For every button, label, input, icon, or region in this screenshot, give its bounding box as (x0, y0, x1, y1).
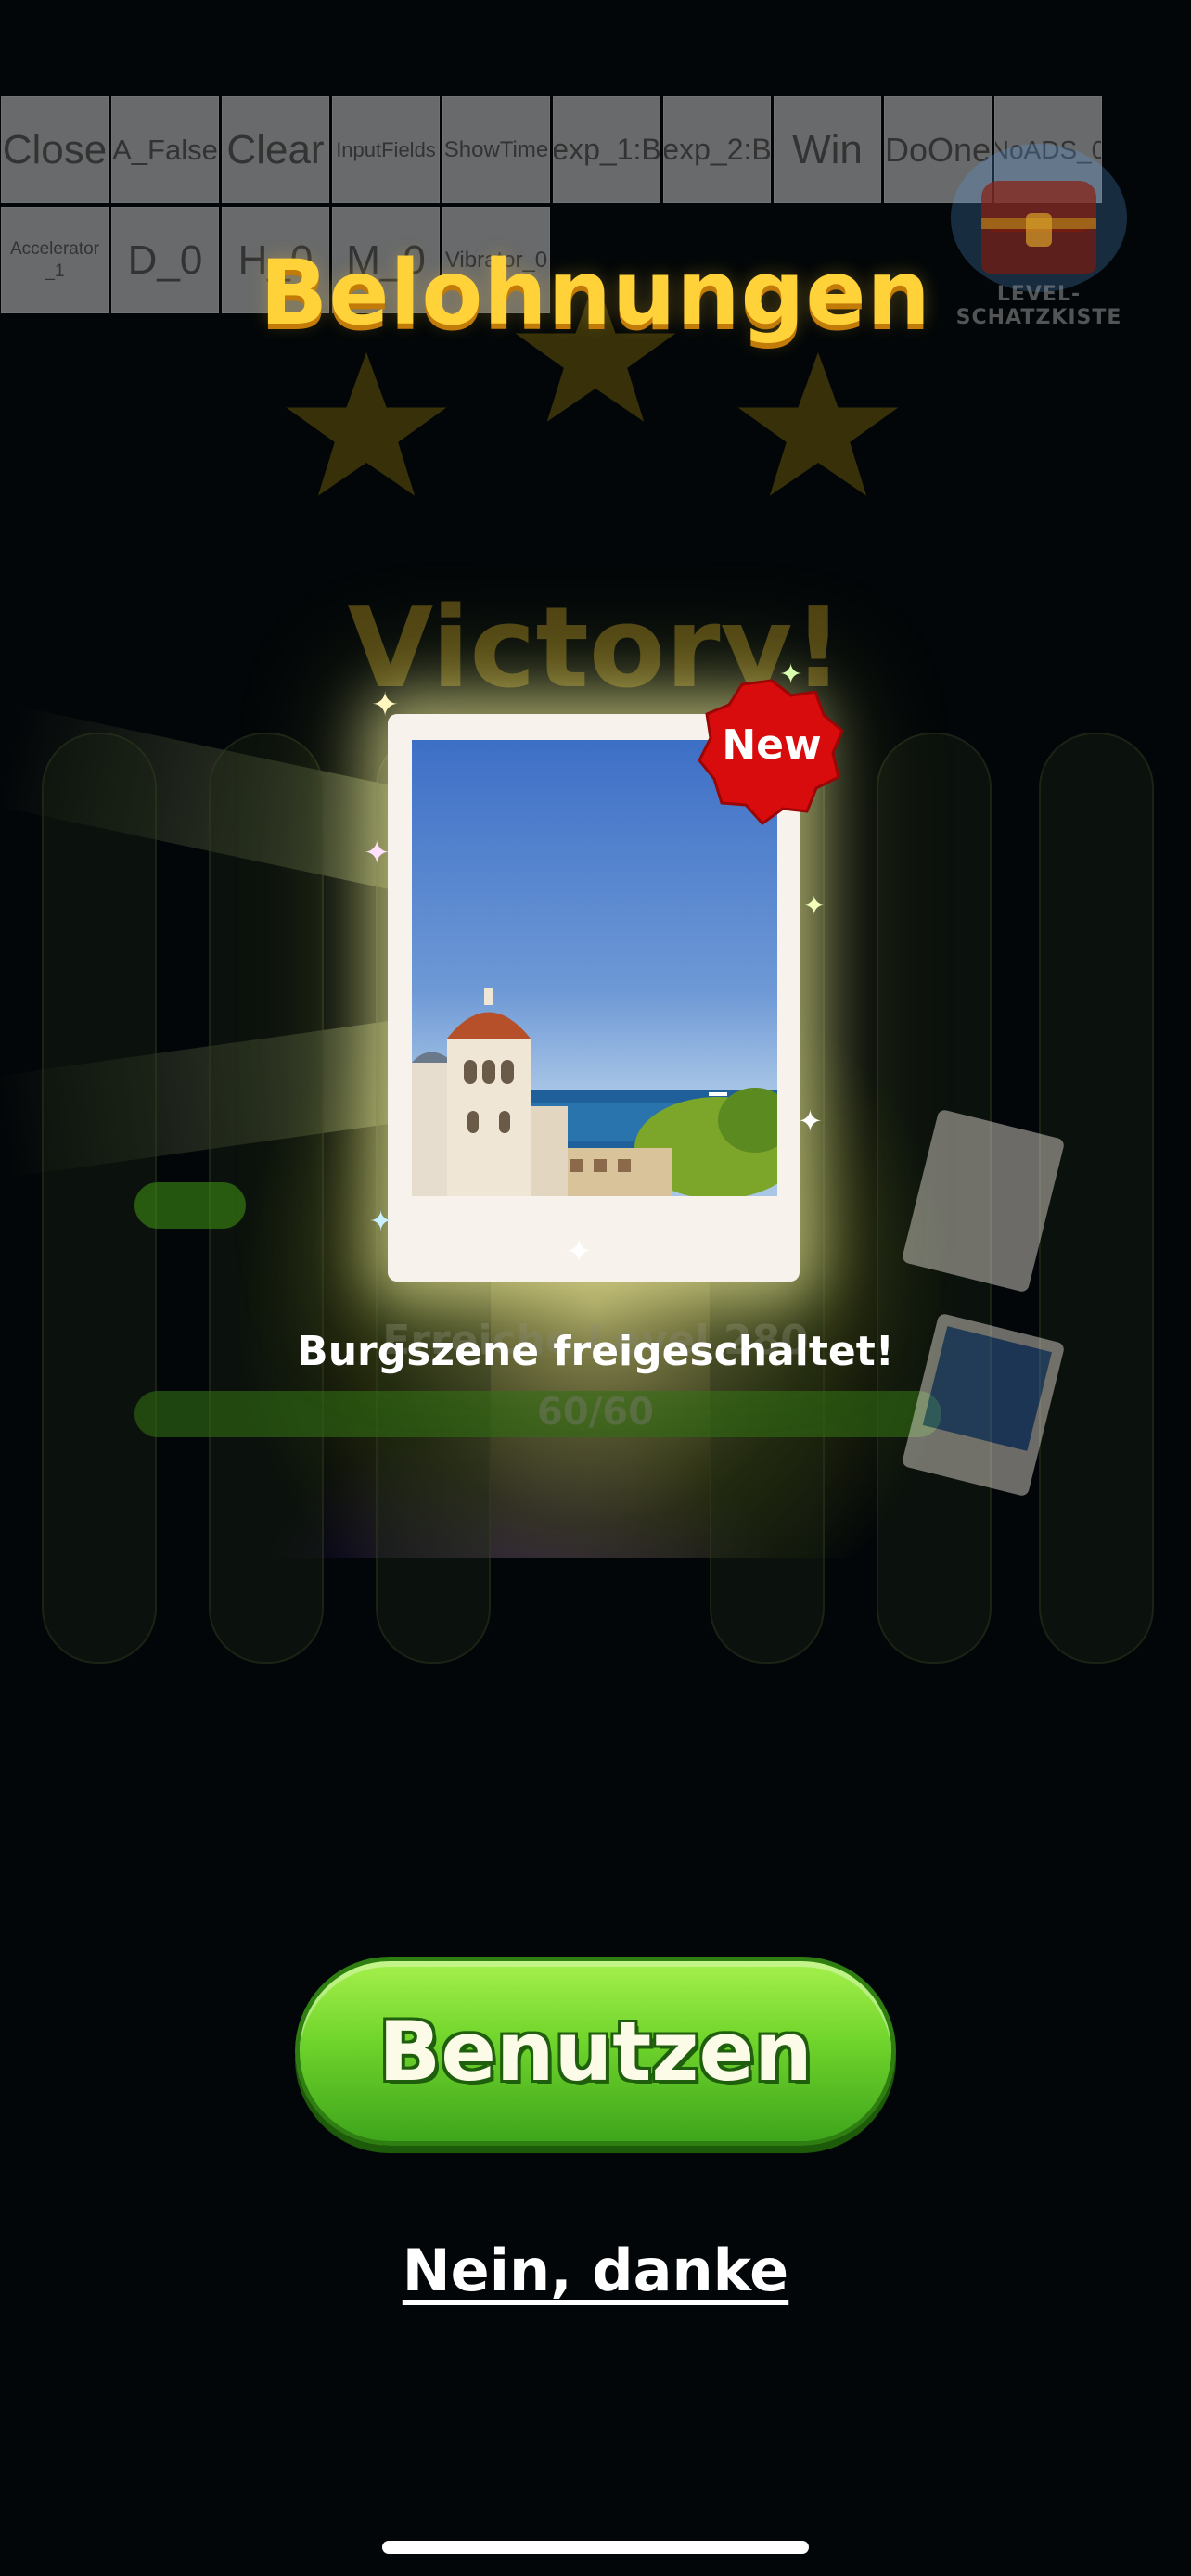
victory-text: Victory! (347, 584, 844, 713)
use-button-label: Benutzen (378, 2003, 813, 2099)
rewards-title: Belohnungen (260, 241, 931, 345)
debug-exp2-button[interactable]: exp_2:B (663, 96, 771, 203)
bottle-tube (1039, 733, 1154, 1664)
debug-close-button[interactable]: Close (1, 96, 109, 203)
sparkle-icon: ✦ (566, 1233, 593, 1270)
sparkle-icon: ✦ (803, 890, 826, 921)
use-button[interactable]: Benutzen (295, 1957, 896, 2146)
level-progress-bar (134, 1182, 246, 1229)
debug-a-false-button[interactable]: A_False (111, 96, 219, 203)
debug-win-button[interactable]: Win (774, 96, 881, 203)
no-thanks-link[interactable]: Nein, danke (0, 2237, 1191, 2304)
home-indicator[interactable] (382, 2541, 809, 2554)
sparkle-icon: ✦ (369, 1205, 393, 1238)
debug-showtime-button[interactable]: ShowTime (442, 96, 550, 203)
sparkle-icon: ✦ (364, 835, 391, 872)
debug-exp1-button[interactable]: exp_1:B (553, 96, 660, 203)
unlock-caption: Burgszene freigeschaltet! (297, 1328, 894, 1375)
debug-clear-button[interactable]: Clear (222, 96, 329, 203)
new-badge-label: New (722, 721, 822, 769)
sparkle-icon: ✦ (779, 658, 803, 691)
sparkle-icon: ✦ (798, 1103, 823, 1139)
debug-inputfields-button[interactable]: InputFields (332, 96, 440, 203)
sparkle-icon: ✦ (371, 686, 400, 724)
